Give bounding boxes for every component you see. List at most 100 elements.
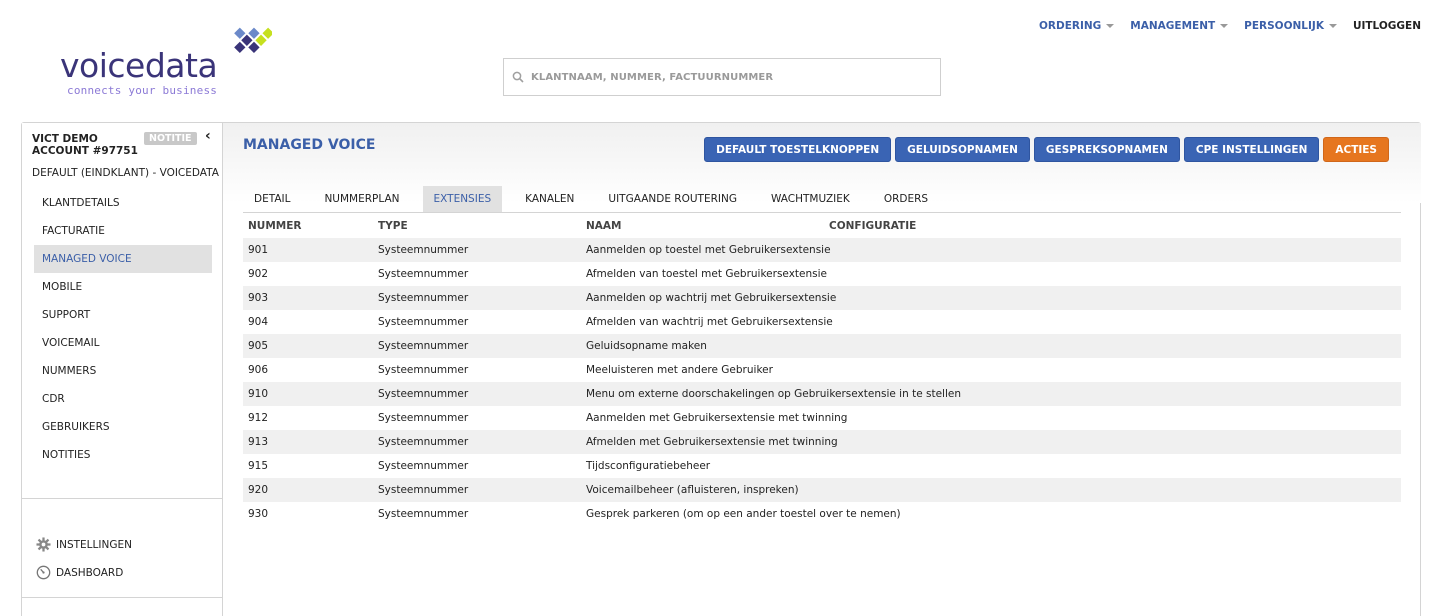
cell-configuratie (824, 430, 1401, 454)
sidebar-item-voicemail[interactable]: VOICEMAIL (34, 329, 212, 357)
acties-button[interactable]: ACTIES (1323, 137, 1389, 162)
sidebar-item-support[interactable]: SUPPORT (34, 301, 212, 329)
tab-nummerplan[interactable]: NUMMERPLAN (313, 186, 410, 212)
cell-nummer: 910 (248, 388, 269, 400)
table-row[interactable]: 905 Systeemnummer Geluidsopname maken (243, 334, 1401, 358)
dashboard-link[interactable]: DASHBOARD (36, 565, 123, 580)
notitie-badge[interactable]: NOTITIE (144, 132, 197, 145)
sidebar-item-klantdetails[interactable]: KLANTDETAILS (34, 189, 212, 217)
tab-extensies[interactable]: EXTENSIES (422, 186, 503, 212)
account-number: ACCOUNT #97751 (32, 145, 138, 157)
nav-persoonlijk[interactable]: PERSOONLIJK (1244, 20, 1337, 32)
tab-wachtmuziek[interactable]: WACHTMUZIEK (760, 186, 861, 212)
nav-persoonlijk-label: PERSOONLIJK (1244, 20, 1324, 32)
table-row[interactable]: 901 Systeemnummer Aanmelden op toestel met… (243, 238, 1401, 262)
geluidsopnamen-button[interactable]: GELUIDSOPNAMEN (895, 137, 1030, 162)
tab-detail[interactable]: DETAIL (243, 186, 301, 212)
account-name: VICT DEMO (32, 133, 98, 145)
cell-naam: Afmelden van toestel met Gebruikersexten… (586, 268, 827, 280)
sidebar-item-mobile[interactable]: MOBILE (34, 273, 212, 301)
cell-naam: Afmelden van wachtrij met Gebruikersexte… (586, 316, 833, 328)
gear-icon (36, 537, 51, 552)
cell-nummer: 904 (248, 316, 269, 328)
tab-orders[interactable]: ORDERS (873, 186, 939, 212)
tab-uitgaande-routering[interactable]: UITGAANDE ROUTERING (597, 186, 748, 212)
header-type[interactable]: TYPE (373, 214, 581, 238)
gauge-icon (36, 565, 51, 580)
sidebar-item-cdr[interactable]: CDR (34, 385, 212, 413)
header-configuratie[interactable]: CONFIGURATIE (824, 214, 1401, 238)
table-body: 901 Systeemnummer Aanmelden op toestel met… (243, 238, 1401, 526)
cell-configuratie (824, 478, 1401, 502)
cell-naam: Voicemailbeheer (afluisteren, inspreken) (586, 484, 799, 496)
tab-kanalen[interactable]: KANALEN (514, 186, 585, 212)
action-buttons: DEFAULT TOESTELKNOPPEN GELUIDSOPNAMEN GE… (704, 137, 1389, 162)
sidebar: VICT DEMO ACCOUNT #97751 NOTITIE ‹ DEFAU… (22, 123, 223, 616)
header-naam[interactable]: NAAM (581, 214, 824, 238)
table-row[interactable]: 930 Systeemnummer Gesprek parkeren (om op … (243, 502, 1401, 526)
sidebar-item-gebruikers[interactable]: GEBRUIKERS (34, 413, 212, 441)
logout-link[interactable]: UITLOGGEN (1353, 20, 1421, 32)
tab-underline (243, 212, 1401, 213)
cell-naam: Afmelden met Gebruikersextensie met twin… (586, 436, 838, 448)
cell-nummer: 903 (248, 292, 269, 304)
cell-nummer: 905 (248, 340, 269, 352)
cell-naam: Geluidsopname maken (586, 340, 707, 352)
cell-type: Systeemnummer (378, 412, 469, 424)
cell-nummer: 913 (248, 436, 269, 448)
cell-naam: Aanmelden op toestel met Gebruikersexten… (586, 244, 831, 256)
sidebar-item-managed-voice[interactable]: MANAGED VOICE (34, 245, 212, 273)
nav-ordering[interactable]: ORDERING (1038, 20, 1115, 32)
table-row[interactable]: 915 Systeemnummer Tijdsconfiguratiebeheer (243, 454, 1401, 478)
cell-configuratie (824, 406, 1401, 430)
brand-tagline: connects your business (67, 84, 218, 97)
cell-configuratie (824, 262, 1401, 286)
settings-label: INSTELLINGEN (56, 538, 132, 551)
cell-type: Systeemnummer (378, 244, 469, 256)
cell-configuratie (824, 334, 1401, 358)
settings-link[interactable]: INSTELLINGEN (36, 537, 132, 552)
chevron-left-icon[interactable]: ‹ (205, 128, 211, 144)
cell-nummer: 901 (248, 244, 269, 256)
table-row[interactable]: 920 Systeemnummer Voicemailbeheer (afluist… (243, 478, 1401, 502)
cell-configuratie (824, 310, 1401, 334)
caret-down-icon (1106, 24, 1115, 28)
header-nummer[interactable]: NUMMER (243, 214, 373, 238)
cell-nummer: 930 (248, 508, 269, 520)
cell-naam: Aanmelden met Gebruikersextensie met twi… (586, 412, 848, 424)
default-toestelknoppen-button[interactable]: DEFAULT TOESTELKNOPPEN (704, 137, 892, 162)
table-row[interactable]: 904 Systeemnummer Afmelden van wachtrij me… (243, 310, 1401, 334)
cell-naam: Tijdsconfiguratiebeheer (586, 460, 711, 472)
sidebar-item-nummers[interactable]: NUMMERS (34, 357, 212, 385)
page-title: MANAGED VOICE (243, 137, 376, 153)
cpe-instellingen-button[interactable]: CPE INSTELLINGEN (1183, 137, 1320, 162)
account-header: VICT DEMO ACCOUNT #97751 (32, 133, 138, 157)
cell-configuratie (824, 454, 1401, 478)
brand-logo[interactable]: voicedata connects your business (60, 20, 275, 100)
main-content: MANAGED VOICE DEFAULT TOESTELKNOPPEN GEL… (223, 123, 1421, 616)
table-row[interactable]: 903 Systeemnummer Aanmelden op wachtrij me… (243, 286, 1401, 310)
sidebar-divider (22, 597, 222, 598)
table-header: NUMMER TYPE NAAM CONFIGURATIE (243, 214, 1401, 238)
nav-ordering-label: ORDERING (1038, 20, 1102, 32)
magnifier-icon (512, 71, 524, 83)
cell-configuratie (824, 238, 1401, 262)
table-row[interactable]: 902 Systeemnummer Afmelden van toestel met… (243, 262, 1401, 286)
cell-nummer: 912 (248, 412, 269, 424)
nav-management[interactable]: MANAGEMENT (1130, 20, 1229, 32)
cell-naam: Meeluisteren met andere Gebruiker (586, 364, 773, 376)
table-row[interactable]: 906 Systeemnummer Meeluisteren met andere … (243, 358, 1401, 382)
cell-naam: Menu om externe doorschakelingen op Gebr… (586, 388, 962, 400)
cell-type: Systeemnummer (378, 484, 469, 496)
table-row[interactable]: 913 Systeemnummer Afmelden met Gebruikerse… (243, 430, 1401, 454)
sidebar-menu: KLANTDETAILS FACTURATIE MANAGED VOICE MO… (34, 189, 212, 469)
cell-configuratie (824, 382, 1401, 406)
table-row[interactable]: 912 Systeemnummer Aanmelden met Gebruikers… (243, 406, 1401, 430)
search-input[interactable] (531, 71, 911, 83)
table-row[interactable]: 910 Systeemnummer Menu om externe doorscha… (243, 382, 1401, 406)
cell-type: Systeemnummer (378, 268, 469, 280)
gespreksopnamen-button[interactable]: GESPREKSOPNAMEN (1033, 137, 1180, 162)
sidebar-item-notities[interactable]: NOTITIES (34, 441, 212, 469)
sidebar-item-facturatie[interactable]: FACTURATIE (34, 217, 212, 245)
cell-type: Systeemnummer (378, 364, 469, 376)
